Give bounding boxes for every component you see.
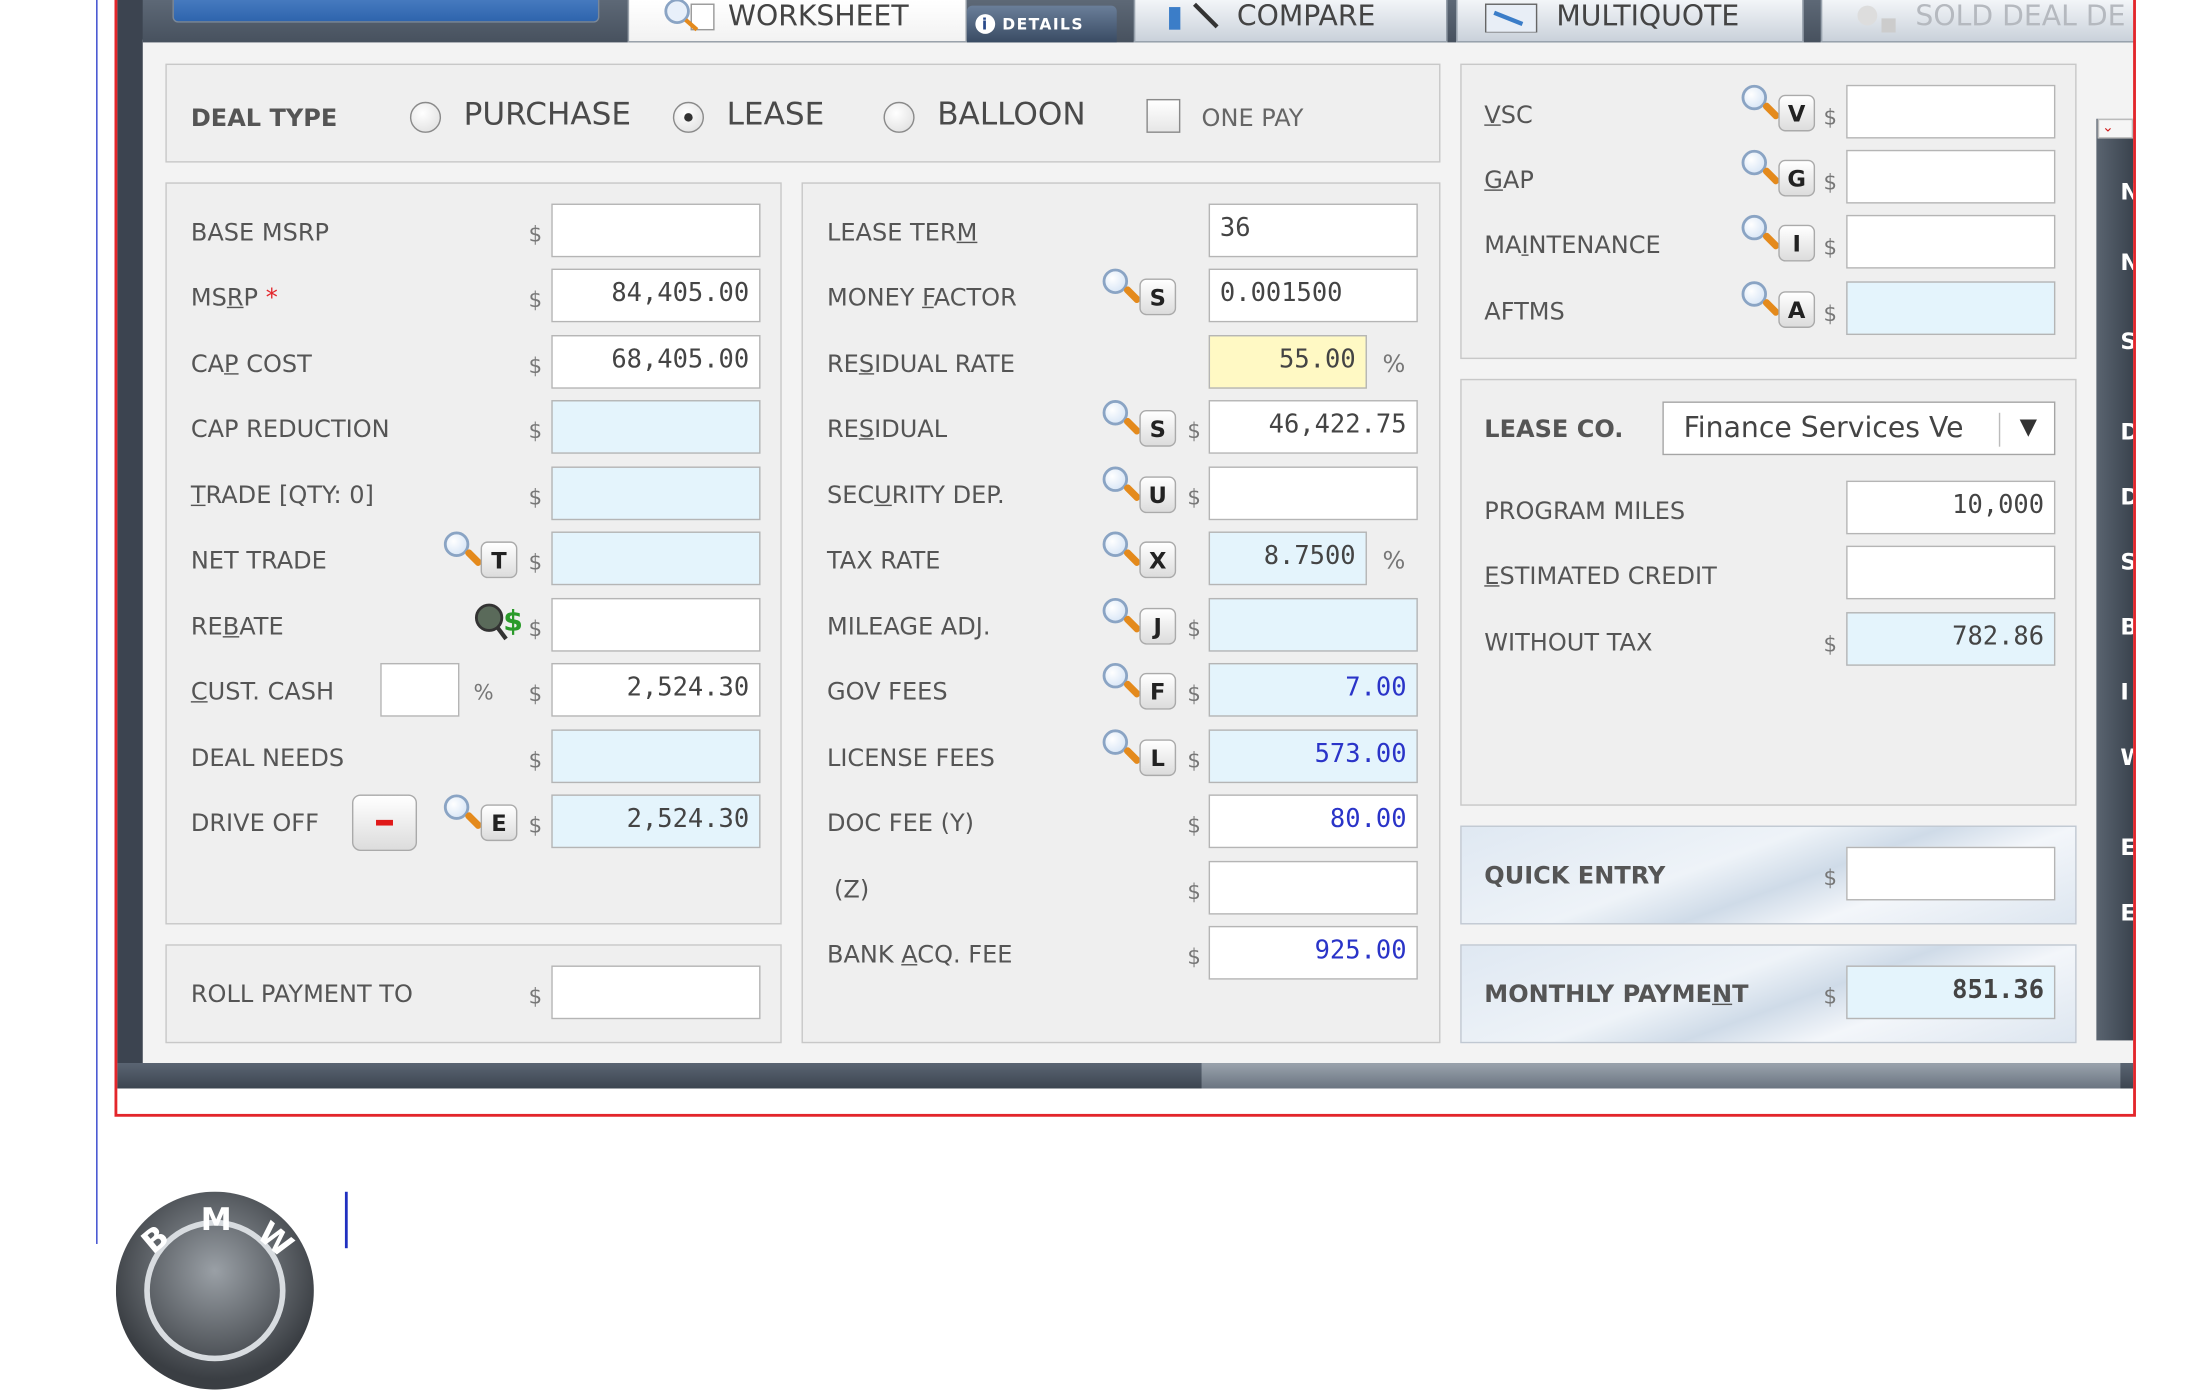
brand-logo: M B W (115, 1191, 314, 1390)
footer-divider (344, 1191, 348, 1249)
app-frame-border (114, 0, 2136, 1117)
page-left-rule (96, 0, 98, 1244)
app-viewport: WORKSHEET i DETAILS COMPARE MULTIQUOTE S… (0, 0, 2208, 1390)
